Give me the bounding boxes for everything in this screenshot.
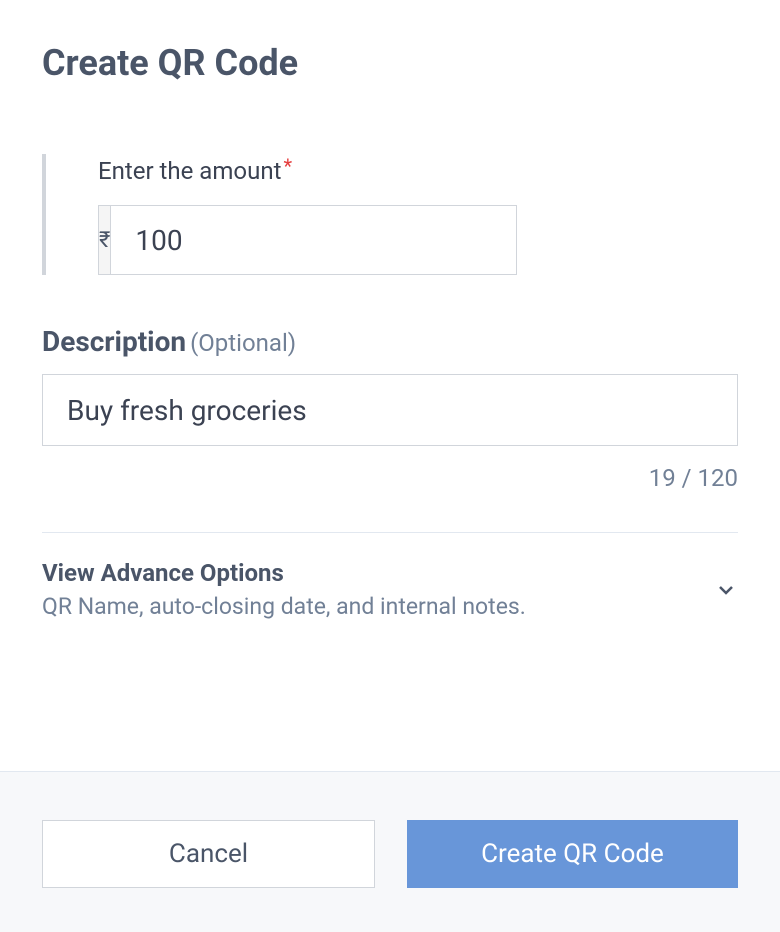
cancel-button[interactable]: Cancel [42, 820, 375, 888]
amount-label: Enter the amount [98, 157, 281, 185]
divider [42, 532, 738, 533]
description-section: Description (Optional) 19 / 120 [42, 325, 738, 492]
amount-input-group: ₹ [98, 205, 516, 275]
currency-prefix: ₹ [98, 205, 110, 275]
required-star: * [283, 154, 292, 178]
description-label: Description [42, 325, 186, 358]
description-input[interactable] [42, 374, 738, 446]
create-qr-button[interactable]: Create QR Code [407, 820, 738, 888]
amount-section: Enter the amount* ₹ [42, 154, 738, 275]
advance-options-subtitle: QR Name, auto-closing date, and internal… [42, 593, 714, 620]
chevron-down-icon [714, 578, 738, 602]
advance-options-title: View Advance Options [42, 559, 714, 587]
amount-input[interactable] [110, 205, 517, 275]
advance-options-toggle[interactable]: View Advance Options QR Name, auto-closi… [42, 559, 738, 630]
char-count: 19 / 120 [42, 464, 738, 492]
page-title: Create QR Code [42, 42, 738, 84]
optional-text: (Optional) [190, 329, 296, 357]
footer: Cancel Create QR Code [0, 771, 780, 932]
